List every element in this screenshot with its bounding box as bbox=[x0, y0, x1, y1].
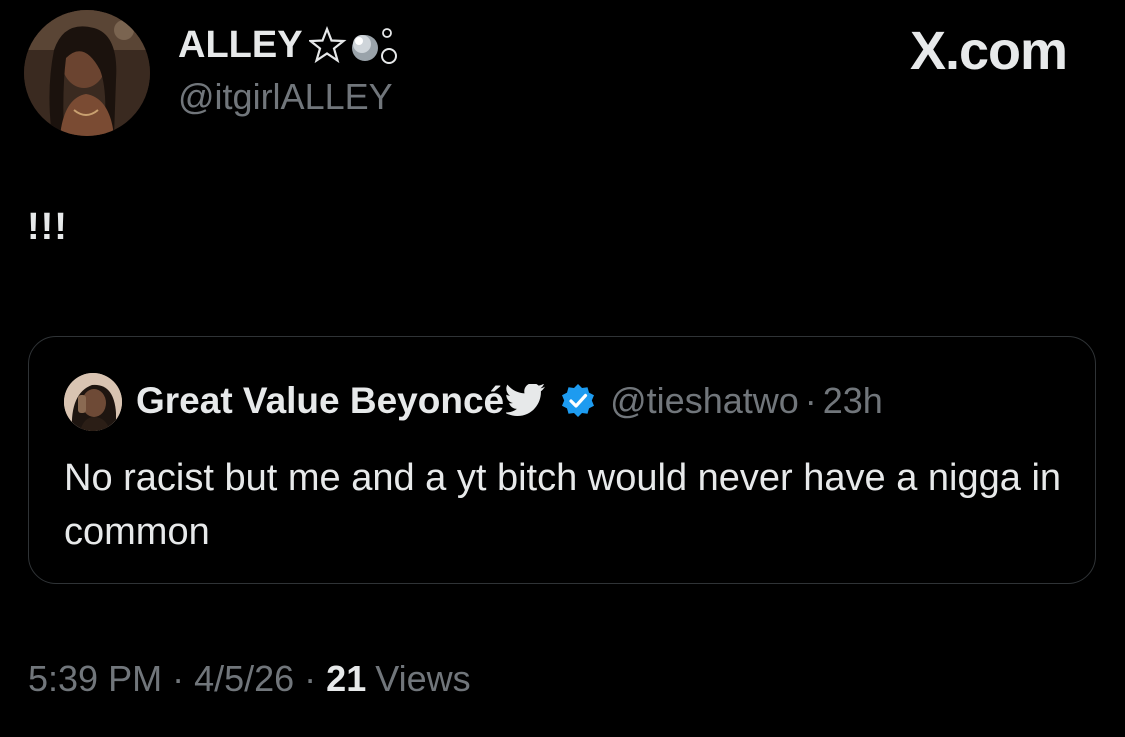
bird-icon bbox=[506, 384, 546, 418]
author-display-name[interactable]: ALLEY bbox=[178, 24, 303, 67]
quoted-display-name[interactable]: Great Value Beyoncé bbox=[136, 380, 504, 422]
x-logo: X.com bbox=[909, 21, 1068, 81]
verified-badge-icon bbox=[560, 383, 596, 419]
tweet-card: ALLEY @itgirlALLEY X.com !!! Great Value… bbox=[0, 0, 1125, 737]
quoted-handle[interactable]: @tieshatwo bbox=[610, 380, 799, 422]
quoted-author-avatar-image bbox=[64, 373, 122, 431]
tweet-time[interactable]: 5:39 PM bbox=[28, 658, 162, 700]
quoted-tweet-card[interactable]: Great Value Beyoncé @tieshatwo · 23h No … bbox=[28, 336, 1096, 584]
author-name-row: ALLEY bbox=[178, 22, 405, 68]
meta-separator-1: · bbox=[172, 658, 185, 699]
views-count: 21 bbox=[326, 658, 367, 699]
quoted-tweet-header: Great Value Beyoncé @tieshatwo · 23h bbox=[136, 377, 883, 425]
author-handle[interactable]: @itgirlALLEY bbox=[178, 76, 393, 118]
author-avatar-image bbox=[24, 10, 150, 136]
views-label: Views bbox=[375, 658, 471, 699]
quoted-author-avatar[interactable] bbox=[64, 373, 122, 431]
quoted-timestamp[interactable]: 23h bbox=[823, 380, 883, 422]
quoted-separator: · bbox=[804, 380, 817, 421]
meta-separator-2: · bbox=[304, 658, 317, 699]
star-bubbles-icon bbox=[308, 23, 405, 67]
tweet-text: !!! bbox=[27, 206, 68, 248]
tweet-meta: 5:39 PM · 4/5/26 · 21 Views bbox=[28, 658, 471, 700]
author-avatar[interactable] bbox=[24, 10, 150, 136]
tweet-date[interactable]: 4/5/26 bbox=[194, 658, 294, 700]
quoted-tweet-text: No racist but me and a yt bitch would ne… bbox=[64, 457, 1062, 553]
